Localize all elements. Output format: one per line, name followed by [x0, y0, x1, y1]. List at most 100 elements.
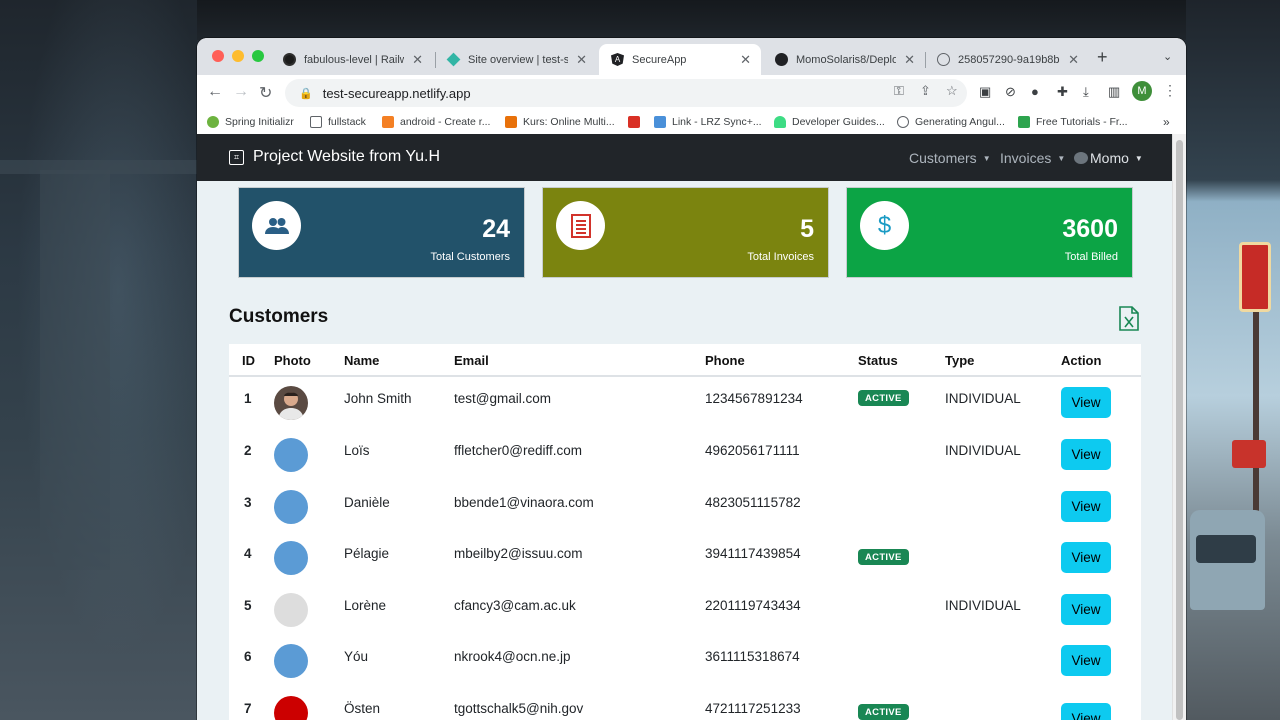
- extensions-puzzle-icon[interactable]: ✚: [1057, 84, 1068, 100]
- tutorials-icon: [1018, 116, 1030, 128]
- maximize-window-button[interactable]: [252, 50, 264, 62]
- caret-down-icon: ▼: [1057, 153, 1066, 163]
- view-button[interactable]: View: [1061, 703, 1111, 720]
- extension-sync-icon[interactable]: ⊘: [1005, 84, 1016, 100]
- cell-name: Danièle: [344, 495, 390, 510]
- cell-id: 4: [244, 546, 252, 561]
- cell-id: 5: [244, 598, 252, 613]
- cell-name: Lorène: [344, 598, 387, 613]
- extension-terminal-icon[interactable]: ▣: [979, 84, 991, 100]
- cell-phone: 1234567891234: [705, 391, 803, 406]
- cell-email: tgottschalk5@nih.gov: [454, 701, 584, 716]
- share-icon[interactable]: ⇪: [920, 83, 931, 99]
- bookmark-folder[interactable]: fullstack: [310, 116, 366, 128]
- cell-phone: 4962056171111: [705, 443, 800, 458]
- app-navbar: ⌗ Project Website from Yu.H Customers ▼ …: [197, 134, 1172, 181]
- window-controls: [212, 50, 264, 62]
- cell-id: 7: [244, 701, 252, 716]
- column-header: Type: [945, 353, 975, 368]
- bookmark-item[interactable]: [628, 116, 646, 128]
- tab-strip: fabulous-level | Railway ✕ Site overview…: [197, 38, 1186, 75]
- profile-avatar[interactable]: M: [1132, 81, 1152, 101]
- stat-card-customers: 24 Total Customers: [239, 188, 524, 277]
- bookmark-label: Generating Angul...: [915, 116, 1005, 128]
- cell-name: Östen: [344, 701, 381, 716]
- bookmark-item[interactable]: android - Create r...: [382, 116, 490, 128]
- railway-icon: [283, 53, 296, 66]
- globe-icon: [937, 53, 950, 66]
- customer-photo: [274, 386, 308, 420]
- bookmarks-overflow-icon[interactable]: »: [1163, 115, 1170, 129]
- bookmark-item[interactable]: Spring Initializr: [207, 116, 294, 128]
- bookmark-item[interactable]: Developer Guides...: [774, 116, 885, 128]
- bookmark-item[interactable]: Free Tutorials - Fr...: [1018, 116, 1128, 128]
- close-window-button[interactable]: [212, 50, 224, 62]
- view-button[interactable]: View: [1061, 439, 1111, 470]
- nav-user-dropdown[interactable]: Momo ▼: [1074, 150, 1143, 166]
- tab-secureapp[interactable]: A SecureApp ✕: [599, 44, 761, 75]
- desktop-wallpaper-left: [0, 0, 197, 720]
- close-tab-icon[interactable]: ✕: [740, 52, 751, 68]
- table-row: 1 John Smith test@gmail.com 123456789123…: [229, 379, 1141, 431]
- extension-circles-icon[interactable]: ●: [1031, 84, 1039, 99]
- nav-customers-dropdown[interactable]: Customers ▼: [909, 150, 991, 166]
- reload-icon[interactable]: ↻: [259, 83, 272, 103]
- tab-railway[interactable]: fabulous-level | Railway ✕: [271, 44, 433, 75]
- bookmark-item[interactable]: Generating Angul...: [897, 116, 1005, 128]
- customer-photo-placeholder: [274, 696, 308, 720]
- tab-image[interactable]: 258057290-9a19b8b0 ✕: [925, 44, 1089, 75]
- close-tab-icon[interactable]: ✕: [576, 52, 587, 68]
- caret-down-icon: ▼: [1134, 153, 1143, 163]
- view-button[interactable]: View: [1061, 387, 1111, 418]
- tab-search-chevron-icon[interactable]: ⌄: [1163, 50, 1172, 63]
- column-header: Photo: [274, 353, 311, 368]
- cell-email: bbende1@vinaora.com: [454, 495, 594, 510]
- bookmark-label: Spring Initializr: [225, 116, 294, 128]
- bookmark-label: Link - LRZ Sync+...: [672, 116, 762, 128]
- view-button[interactable]: View: [1061, 594, 1111, 625]
- nav-label: Customers: [909, 150, 977, 166]
- bookmark-star-icon[interactable]: ☆: [946, 83, 958, 99]
- browser-menu-icon[interactable]: ⋮: [1163, 82, 1177, 99]
- bookmark-item[interactable]: Kurs: Online Multi...: [505, 116, 615, 128]
- view-button[interactable]: View: [1061, 491, 1111, 522]
- view-button[interactable]: View: [1061, 542, 1111, 573]
- column-header: Phone: [705, 353, 745, 368]
- side-panel-icon[interactable]: ▥: [1108, 84, 1120, 100]
- customer-photo-placeholder: [274, 541, 308, 575]
- tab-github[interactable]: MomoSolaris8/Deployto ✕: [763, 44, 925, 75]
- bookmark-item[interactable]: Link - LRZ Sync+...: [654, 116, 762, 128]
- cell-type: INDIVIDUAL: [945, 443, 1021, 458]
- minimize-window-button[interactable]: [232, 50, 244, 62]
- tab-title: 258057290-9a19b8b0: [958, 53, 1061, 66]
- bookmark-label: fullstack: [328, 116, 366, 128]
- page-scrollbar[interactable]: [1172, 134, 1186, 720]
- invoice-icon: [556, 201, 605, 250]
- forward-arrow-icon[interactable]: →: [233, 83, 249, 101]
- close-tab-icon[interactable]: ✕: [904, 52, 915, 68]
- tab-netlify[interactable]: Site overview | test-secu ✕: [435, 44, 597, 75]
- cell-phone: 4823051115782: [705, 495, 801, 510]
- browser-toolbar: ← → ↻ 🔒 test-secureapp.netlify.app ⚿ ⇪ ☆…: [197, 75, 1186, 111]
- view-button[interactable]: View: [1061, 645, 1111, 676]
- key-icon[interactable]: ⚿: [894, 83, 904, 99]
- brand-logo-icon: ⌗: [229, 149, 244, 165]
- close-tab-icon[interactable]: ✕: [1068, 52, 1079, 68]
- column-header: Action: [1061, 353, 1102, 368]
- back-arrow-icon[interactable]: ←: [207, 83, 223, 101]
- cell-name: Loïs: [344, 443, 370, 458]
- new-tab-plus-icon[interactable]: +: [1097, 47, 1108, 68]
- bookmark-label: Kurs: Online Multi...: [523, 116, 615, 128]
- address-bar[interactable]: 🔒 test-secureapp.netlify.app: [285, 79, 967, 107]
- cell-id: 2: [244, 443, 252, 458]
- nav-invoices-dropdown[interactable]: Invoices ▼: [1000, 150, 1065, 166]
- close-tab-icon[interactable]: ✕: [412, 52, 423, 68]
- stat-card-invoices: 5 Total Invoices: [543, 188, 828, 277]
- excel-export-icon[interactable]: [1119, 306, 1139, 331]
- tab-title: Site overview | test-secu: [468, 53, 569, 66]
- scrollbar-thumb[interactable]: [1176, 140, 1183, 720]
- table-row: 5 Lorène cfancy3@cam.ac.uk 2201119743434…: [229, 586, 1141, 638]
- cell-phone: 4721117251233: [705, 701, 801, 716]
- brand-link[interactable]: ⌗ Project Website from Yu.H: [229, 148, 440, 166]
- download-icon[interactable]: ⤓: [1083, 84, 1089, 100]
